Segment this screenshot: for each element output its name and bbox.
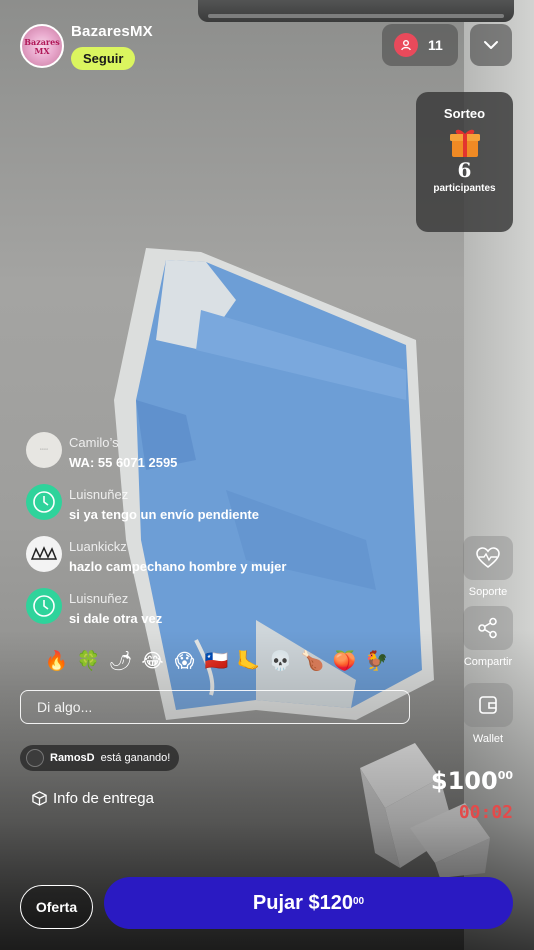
giveaway-participant-count: 6 [457, 158, 472, 182]
chat-text: WA: 55 6071 2595 [69, 455, 178, 470]
bid-button[interactable]: Pujar $120 00 [104, 877, 513, 929]
chevron-down-icon [484, 41, 498, 49]
gift-icon [448, 125, 482, 159]
emoji-reaction[interactable]: 😂 [140, 648, 165, 674]
store-avatar[interactable]: Bazares MX [20, 24, 64, 68]
wallet-label: Wallet [472, 733, 504, 745]
laptop-edge [198, 0, 514, 22]
bid-button-label: Pujar $120 [252, 891, 353, 914]
leader-avatar [26, 749, 44, 767]
wallet-button[interactable]: Wallet [462, 683, 514, 745]
viewer-count: 11 [428, 37, 443, 53]
chat-avatar[interactable] [26, 484, 62, 520]
emoji-reaction[interactable]: 🌶 [108, 648, 133, 674]
current-price-cents: 00 [497, 769, 513, 782]
crown-avatar-icon [30, 546, 58, 560]
emoji-reaction[interactable]: 🐓 [364, 648, 389, 674]
emoji-reaction[interactable]: 😱 [172, 648, 197, 674]
share-button[interactable]: Compartir [462, 606, 514, 668]
heart-pulse-icon [476, 547, 500, 569]
wallet-icon-box [463, 683, 513, 727]
current-price-amount: $100 [430, 767, 498, 795]
user-icon [394, 33, 418, 57]
giveaway-card[interactable]: Sorteo 6 participantes [416, 92, 513, 232]
chat-text: si ya tengo un envío pendiente [69, 507, 259, 522]
bid-button-cents: 00 [352, 895, 365, 907]
chat-avatar[interactable] [26, 588, 62, 624]
clock-avatar-icon [33, 491, 55, 513]
delivery-info-label: Info de entrega [53, 790, 154, 807]
chat-text: si dale otra vez [69, 611, 163, 626]
chat-message: Luisnuñez si dale otra vez [26, 588, 346, 640]
chat-input[interactable] [20, 690, 410, 724]
share-icon [478, 617, 497, 639]
leading-bidder-pill: RamosD está ganando! [20, 745, 180, 771]
chat-message: ◦◦◦◦ Camilo’s WA: 55 6071 2595 [26, 432, 346, 484]
follow-button[interactable]: Seguir [71, 47, 136, 70]
giveaway-participant-label: participantes [433, 183, 496, 194]
support-icon-box [463, 536, 513, 580]
offer-button[interactable]: Oferta [20, 885, 93, 929]
chat-username[interactable]: Luisnuñez [69, 591, 128, 606]
support-label: Soporte [468, 586, 508, 598]
clock-avatar-icon [33, 595, 55, 617]
auction-timer: 00:02 [458, 802, 513, 823]
emoji-reaction[interactable]: 🇨🇱 [204, 648, 229, 674]
current-price: $10000 [431, 767, 513, 795]
store-name[interactable]: BazaresMX [71, 23, 153, 40]
giveaway-title: Sorteo [443, 106, 486, 121]
emoji-reaction-bar: 🔥 🍀 🌶 😂 😱 🇨🇱 🦶 💀 🍗 🍑 🐓 [44, 648, 389, 674]
delivery-info-link[interactable]: Info de entrega [32, 790, 154, 807]
wallet-icon [479, 696, 497, 714]
share-label: Compartir [463, 656, 513, 668]
chat-feed: ◦◦◦◦ Camilo’s WA: 55 6071 2595 Luisnuñez… [26, 432, 346, 640]
support-button[interactable]: Soporte [462, 536, 514, 598]
share-icon-box [463, 606, 513, 650]
emoji-reaction[interactable]: 🍀 [76, 648, 101, 674]
emoji-reaction[interactable]: 🔥 [44, 648, 69, 674]
leader-username[interactable]: RamosD [50, 752, 95, 764]
chat-username[interactable]: Luankickz [69, 539, 127, 554]
chat-username[interactable]: Luisnuñez [69, 487, 128, 502]
chat-avatar[interactable]: ◦◦◦◦ [26, 432, 62, 468]
chat-avatar[interactable] [26, 536, 62, 572]
leader-status: está ganando! [100, 752, 171, 764]
collapse-button[interactable] [470, 24, 512, 66]
chat-username[interactable]: Camilo’s [69, 435, 119, 450]
emoji-reaction[interactable]: 🍗 [300, 648, 325, 674]
store-logo-text: Bazares MX [24, 37, 60, 56]
chat-message: Luankickz hazlo campechano hombre y muje… [26, 536, 346, 588]
chat-text: hazlo campechano hombre y mujer [69, 559, 287, 574]
viewer-count-button[interactable]: 11 [382, 24, 458, 66]
emoji-reaction[interactable]: 💀 [268, 648, 293, 674]
emoji-reaction[interactable]: 🍑 [332, 648, 357, 674]
emoji-reaction[interactable]: 🦶 [236, 648, 261, 674]
chat-message: Luisnuñez si ya tengo un envío pendiente [26, 484, 346, 536]
package-icon [32, 791, 47, 806]
